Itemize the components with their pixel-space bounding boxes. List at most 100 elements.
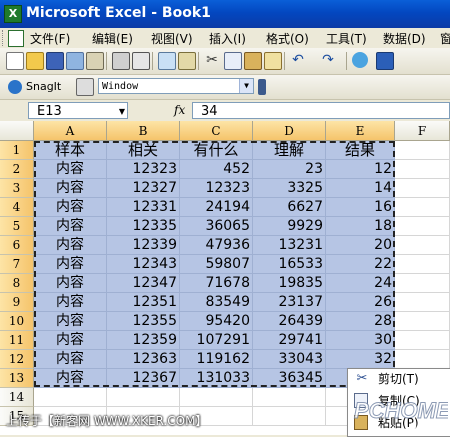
grid-cell[interactable]: 14 xyxy=(326,179,395,198)
grid-cell[interactable]: 内容 xyxy=(34,160,107,179)
grid-cell[interactable]: 6627 xyxy=(253,198,326,217)
select-all-corner[interactable] xyxy=(0,121,34,141)
grid-cell[interactable]: 相关 xyxy=(107,141,180,160)
row-header[interactable]: 8 xyxy=(0,274,34,293)
grid-cell[interactable] xyxy=(395,350,450,369)
grid-cell[interactable]: 内容 xyxy=(34,312,107,331)
chevron-down-icon[interactable]: ▼ xyxy=(119,103,125,120)
copy-icon[interactable] xyxy=(224,52,242,70)
column-header[interactable]: F xyxy=(395,121,450,141)
grid-cell[interactable]: 12351 xyxy=(107,293,180,312)
grid-cell[interactable]: 33043 xyxy=(253,350,326,369)
grid-cell[interactable]: 内容 xyxy=(34,198,107,217)
grid-cell[interactable] xyxy=(395,217,450,236)
grid-cell[interactable]: 12 xyxy=(326,160,395,179)
grid-cell[interactable]: 12331 xyxy=(107,198,180,217)
menu-view[interactable]: 视图(V) xyxy=(151,30,193,47)
grid-cell[interactable]: 9929 xyxy=(253,217,326,236)
grid-cell[interactable] xyxy=(180,388,253,407)
grid-cell[interactable]: 36065 xyxy=(180,217,253,236)
grid-cell[interactable]: 内容 xyxy=(34,217,107,236)
email-icon[interactable] xyxy=(86,52,104,70)
grid-cell[interactable]: 内容 xyxy=(34,331,107,350)
menubar-grip[interactable] xyxy=(2,30,6,46)
grid-cell[interactable] xyxy=(395,331,450,350)
insert-function-icon[interactable]: fx xyxy=(174,103,185,117)
row-header[interactable]: 6 xyxy=(0,236,34,255)
grid-cell[interactable]: 12367 xyxy=(107,369,180,388)
undo-icon[interactable]: ↶ xyxy=(290,52,306,68)
grid-cell[interactable]: 59807 xyxy=(180,255,253,274)
research-icon[interactable] xyxy=(178,52,196,70)
grid-cell[interactable] xyxy=(34,388,107,407)
grid-cell[interactable]: 12363 xyxy=(107,350,180,369)
row-header[interactable]: 7 xyxy=(0,255,34,274)
grid-cell[interactable]: 71678 xyxy=(180,274,253,293)
menu-data[interactable]: 数据(D) xyxy=(383,30,426,47)
grid-cell[interactable]: 有什么 xyxy=(180,141,253,160)
grid-cell[interactable] xyxy=(395,179,450,198)
grid-cell[interactable] xyxy=(395,198,450,217)
grid-cell[interactable]: 95420 xyxy=(180,312,253,331)
grid-cell[interactable]: 23137 xyxy=(253,293,326,312)
grid-cell[interactable]: 452 xyxy=(180,160,253,179)
grid-cell[interactable]: 30 xyxy=(326,331,395,350)
snagit-button[interactable]: SnagIt xyxy=(8,78,61,96)
grid-cell[interactable]: 12339 xyxy=(107,236,180,255)
name-box[interactable]: E13 ▼ xyxy=(28,102,128,119)
chevron-down-icon[interactable]: ▼ xyxy=(239,79,253,93)
grid-cell[interactable] xyxy=(395,293,450,312)
grid-cell[interactable]: 12323 xyxy=(180,179,253,198)
grid-cell[interactable]: 12359 xyxy=(107,331,180,350)
grid-cell[interactable] xyxy=(395,141,450,160)
row-header[interactable]: 2 xyxy=(0,160,34,179)
grid-cell[interactable]: 内容 xyxy=(34,236,107,255)
row-header[interactable]: 10 xyxy=(0,312,34,331)
grid-cell[interactable]: 样本 xyxy=(34,141,107,160)
grid-cell[interactable]: 内容 xyxy=(34,255,107,274)
formula-input[interactable]: 34 xyxy=(192,102,450,119)
format-painter-icon[interactable] xyxy=(264,52,282,70)
grid-cell[interactable]: 内容 xyxy=(34,179,107,198)
snagit-mode-select[interactable]: Window ▼ xyxy=(98,78,254,94)
row-header[interactable]: 5 xyxy=(0,217,34,236)
grid-cell[interactable]: 131033 xyxy=(180,369,253,388)
grid-cell[interactable]: 20 xyxy=(326,236,395,255)
grid-cell[interactable]: 19835 xyxy=(253,274,326,293)
grid-cell[interactable] xyxy=(395,312,450,331)
column-header[interactable]: D xyxy=(253,121,326,141)
permission-icon[interactable] xyxy=(66,52,84,70)
menu-format[interactable]: 格式(O) xyxy=(266,30,309,47)
grid-cell[interactable]: 23 xyxy=(253,160,326,179)
grid-cell[interactable] xyxy=(395,236,450,255)
grid-cell[interactable]: 结果 xyxy=(326,141,395,160)
grid-cell[interactable]: 36345 xyxy=(253,369,326,388)
row-header[interactable]: 9 xyxy=(0,293,34,312)
grid-cell[interactable]: 107291 xyxy=(180,331,253,350)
snagit-capture-icon[interactable] xyxy=(76,78,94,96)
grid-cell[interactable]: 3325 xyxy=(253,179,326,198)
grid-cell[interactable]: 12355 xyxy=(107,312,180,331)
print-preview-icon[interactable] xyxy=(132,52,150,70)
grid-cell[interactable]: 22 xyxy=(326,255,395,274)
grid-cell[interactable]: 32 xyxy=(326,350,395,369)
grid-cell[interactable]: 12327 xyxy=(107,179,180,198)
row-header[interactable]: 14 xyxy=(0,388,34,407)
grid-cell[interactable]: 12323 xyxy=(107,160,180,179)
grid-cell[interactable]: 28 xyxy=(326,312,395,331)
column-header[interactable]: E xyxy=(326,121,395,141)
excel-icon[interactable]: X xyxy=(4,5,22,23)
menu-tools[interactable]: 工具(T) xyxy=(326,30,367,47)
new-icon[interactable] xyxy=(6,52,24,70)
menu-insert[interactable]: 插入(I) xyxy=(209,30,246,47)
open-icon[interactable] xyxy=(26,52,44,70)
workbook-icon[interactable] xyxy=(8,30,24,47)
autosum-icon[interactable] xyxy=(376,52,394,70)
grid-cell[interactable]: 119162 xyxy=(180,350,253,369)
row-header[interactable]: 4 xyxy=(0,198,34,217)
save-icon[interactable] xyxy=(46,52,64,70)
grid-cell[interactable]: 内容 xyxy=(34,293,107,312)
grid-cell[interactable]: 18 xyxy=(326,217,395,236)
grid-cell[interactable] xyxy=(253,407,326,426)
spelling-icon[interactable] xyxy=(158,52,176,70)
